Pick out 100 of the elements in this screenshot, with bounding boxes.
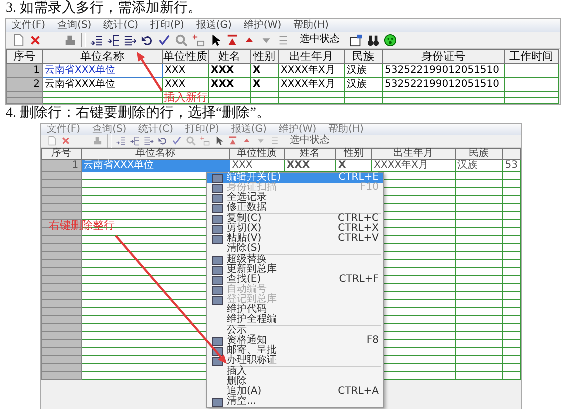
column-header[interactable]: 序号 [6, 50, 42, 64]
card-icon[interactable] [350, 34, 363, 46]
menu-item-icon [212, 336, 222, 346]
column-header[interactable]: 民族 [455, 148, 503, 160]
insert-row-icon[interactable] [107, 34, 120, 46]
column-header[interactable]: 单位名称 [81, 148, 230, 160]
column-header[interactable]: 工作时间 [504, 50, 558, 64]
column-header[interactable]: 单位名称 [42, 50, 162, 64]
menu-item-icon [212, 234, 222, 244]
context-menu-item[interactable]: 清除(S) [207, 244, 383, 254]
context-menu-item[interactable]: 追加(A) CTRL+A [207, 387, 383, 397]
move-top-icon[interactable] [228, 136, 238, 146]
column-header[interactable]: 性别 [250, 50, 278, 64]
menu-item-icon [212, 256, 222, 264]
selection-state-button[interactable]: 选中状态 [290, 135, 330, 147]
table-cell: XXX [208, 64, 250, 78]
context-menu-item[interactable]: 全选记录 [207, 193, 383, 203]
context-menu-item[interactable]: 剪切(X) CTRL+X [207, 224, 383, 234]
table-cell: 云南省XXX单位 [42, 78, 162, 92]
table-cell: X [250, 78, 278, 92]
column-header[interactable]: 单位性质 [162, 50, 208, 64]
menu-item[interactable]: 文件(F) [12, 19, 46, 32]
menu-item-icon [212, 204, 222, 212]
table-cell: 汉族 [344, 78, 382, 92]
column-header[interactable]: 出生年月 [372, 148, 456, 160]
menu-item[interactable]: 报送(G) [196, 19, 232, 32]
menu-item-icon [212, 398, 222, 406]
row-number: 1 [42, 160, 82, 172]
context-menu-item[interactable]: 邮寄、呈批 [207, 346, 383, 356]
table-cell: X [250, 64, 278, 78]
menu-item[interactable]: 报送(G) [231, 124, 267, 135]
stamp-icon[interactable] [64, 34, 77, 46]
column-header[interactable]: 身份证号 [382, 50, 504, 64]
smiley-icon[interactable] [384, 34, 397, 46]
menu-item-icon [212, 296, 222, 304]
column-header[interactable]: 序号 [42, 148, 82, 160]
context-menu-item[interactable]: 复制(C) CTRL+C [207, 214, 383, 224]
menu-item-icon [212, 266, 222, 274]
append-row-icon[interactable] [124, 34, 137, 46]
annotation-arrow [137, 52, 163, 92]
menu-item[interactable]: 帮助(H) [328, 124, 364, 135]
context-menu-item[interactable]: 清空... [207, 397, 383, 407]
move-top-icon[interactable] [226, 34, 239, 46]
step-heading: 4. 删除行：右键要删除的行，选择“删除”。 [6, 106, 272, 122]
table-cell: 532522199012051510 [382, 64, 504, 78]
menu-item[interactable]: 维护(W) [244, 19, 282, 32]
cursor-icon[interactable] [214, 136, 224, 146]
context-menu-item[interactable]: 插入 [207, 367, 383, 377]
add-field-icon[interactable] [200, 136, 210, 146]
menu-item[interactable]: 统计(C) [104, 19, 139, 32]
menu-item-icon [212, 224, 222, 234]
menu-item[interactable]: 打印(P) [150, 19, 184, 32]
table-cell: XXX [208, 78, 250, 92]
context-menu-item[interactable]: 修正数据 [207, 203, 383, 213]
context-menu-item[interactable]: 公示 [207, 326, 383, 336]
menu-item[interactable]: 打印(P) [186, 124, 220, 135]
insert-row-icon[interactable] [90, 34, 103, 46]
menu-item-icon [212, 184, 222, 192]
context-menu-item[interactable]: 资格通知 F8 [207, 336, 383, 346]
table-cell: XXXX年X月 [372, 160, 456, 172]
table-cell: 云南省XXX单位 [42, 64, 162, 78]
table-cell: 53 [502, 160, 520, 172]
add-field-icon[interactable] [192, 34, 205, 46]
context-menu-item[interactable]: 删除 [207, 377, 383, 387]
context-menu-item[interactable]: 粘贴(V) CTRL+V [207, 234, 383, 244]
check-icon[interactable] [172, 136, 182, 146]
menu-item[interactable]: 查询(S) [58, 19, 92, 32]
column-header[interactable]: 姓名 [208, 50, 250, 64]
row-number: 1 [6, 64, 42, 78]
column-header[interactable]: 姓名 [284, 148, 336, 160]
menu-item[interactable]: 查询(S) [92, 124, 127, 135]
column-header[interactable]: 出生年月 [278, 50, 344, 64]
menu-item-icon [212, 276, 222, 284]
column-header[interactable]: 单位性质 [230, 148, 284, 160]
delete-icon[interactable] [61, 136, 71, 146]
context-menu-item[interactable]: 超级替换 [207, 255, 383, 265]
column-header[interactable]: 性别 [336, 148, 372, 160]
context-menu-item[interactable]: 更新到总库 [207, 265, 383, 275]
selection-state-button[interactable]: 选中状态 [300, 34, 340, 46]
context-menu-item[interactable]: 维护全程编 [207, 315, 383, 325]
binoculars-icon[interactable] [367, 34, 380, 46]
check-icon[interactable] [158, 34, 171, 46]
search-icon[interactable] [175, 34, 188, 46]
table-cell: XXXX年X月 [278, 64, 344, 78]
delete-icon[interactable] [29, 34, 42, 46]
menu-item-icon [212, 286, 222, 294]
table-cell: 汉族 [344, 64, 382, 78]
context-menu-item[interactable]: 查找(E) CTRL+F [207, 275, 383, 285]
menu-item-icon [212, 194, 222, 202]
table-cell: XXX [162, 78, 208, 92]
move-bottom-icon[interactable] [277, 34, 290, 46]
column-header[interactable]: 民族 [344, 50, 382, 64]
menu-item-icon [212, 214, 222, 224]
table-cell: 532522199012051510 [382, 78, 504, 92]
table-cell: XXX [162, 64, 208, 78]
context-menu-item[interactable]: 维护代码 [207, 305, 383, 315]
step-heading: 3. 如需录入多行，需添加新行。 [6, 1, 203, 17]
table-cell: XXXX年X月 [278, 78, 344, 92]
undo-icon[interactable] [141, 34, 154, 46]
menu-item[interactable]: 帮助(H) [294, 19, 329, 32]
